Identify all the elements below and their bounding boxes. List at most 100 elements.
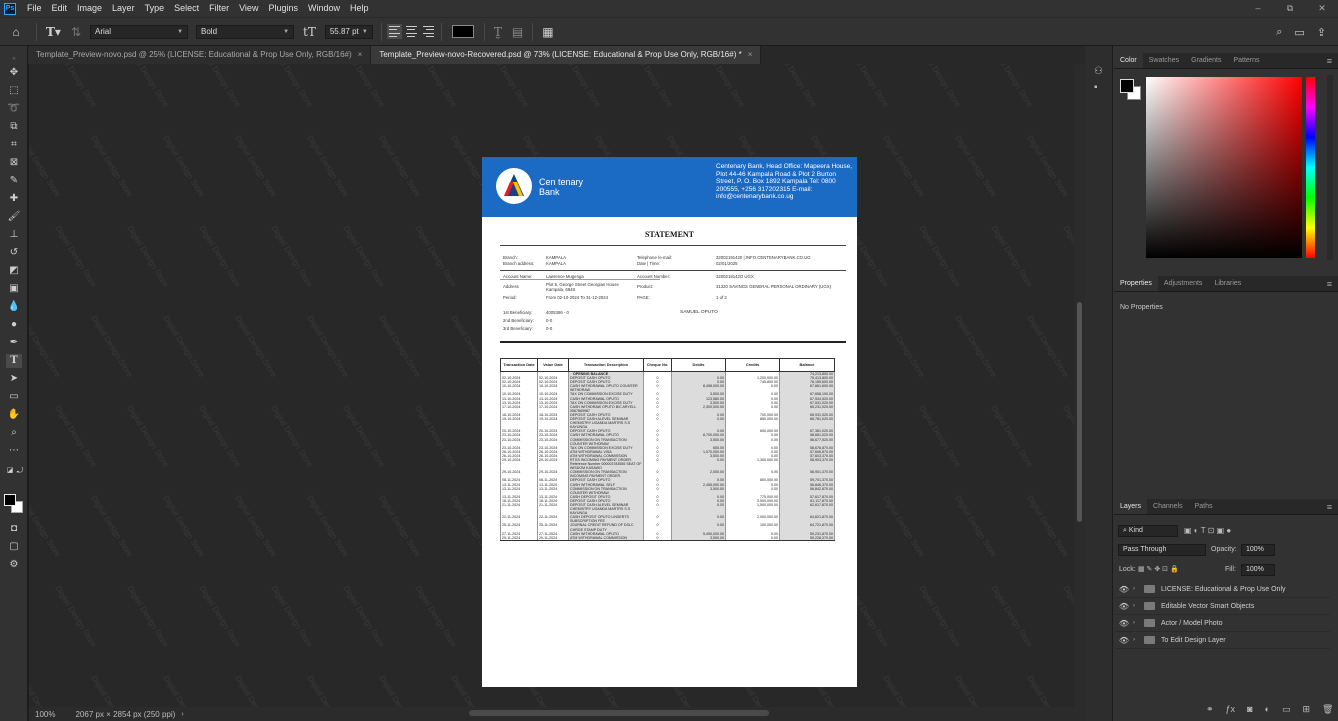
quick-mask-icon[interactable]: ◘	[6, 522, 22, 536]
foreground-color-swatch[interactable]	[1120, 79, 1134, 93]
swap-colors-icon[interactable]: ⤾	[12, 464, 28, 478]
edit-toolbar-icon[interactable]: ⚙	[6, 558, 22, 572]
menu-select[interactable]: Select	[169, 0, 204, 17]
photoshop-logo-icon[interactable]: Ps	[4, 2, 16, 15]
search-icon[interactable]: ⌕	[1276, 26, 1282, 39]
zoom-tool-icon[interactable]: ⌕	[6, 426, 22, 440]
tab-template-preview[interactable]: Template_Preview-novo.psd @ 25% (LICENSE…	[28, 46, 372, 64]
menu-view[interactable]: View	[234, 0, 263, 17]
menu-layer[interactable]: Layer	[107, 0, 140, 17]
bank-statement-document[interactable]: Cen tenary Bank Centenary Bank, Head Off…	[482, 157, 857, 687]
eraser-tool-icon[interactable]: ◩	[6, 264, 22, 278]
eye-icon[interactable]: 👁	[1115, 602, 1133, 611]
warp-text-icon[interactable]: T̰	[494, 25, 502, 39]
new-group-icon[interactable]: ▭	[1282, 704, 1291, 715]
menu-file[interactable]: File	[22, 0, 47, 17]
lasso-tool-icon[interactable]: ➰	[6, 102, 22, 116]
character-panel-icon[interactable]: ▤	[512, 25, 523, 39]
frame-tool-icon[interactable]: ⊠	[6, 156, 22, 170]
panel-menu-icon[interactable]: ≡	[1327, 499, 1332, 515]
collapse-toolbar-icon[interactable]: «	[6, 52, 22, 66]
hand-tool-icon[interactable]: ✋	[6, 408, 22, 422]
tab-patterns[interactable]: Patterns	[1227, 53, 1265, 68]
tab-libraries[interactable]: Libraries	[1208, 276, 1247, 291]
rectangle-tool-icon[interactable]: ▭	[6, 390, 22, 404]
screen-mode-icon[interactable]: ▢	[6, 540, 22, 554]
font-style-select[interactable]: Bold ▼	[196, 24, 295, 39]
toggle-orientation-icon[interactable]: ⇅	[71, 25, 81, 39]
adjustment-layer-icon[interactable]: ◐	[1265, 704, 1270, 715]
font-size-select[interactable]: 55.87 pt ▼	[324, 24, 373, 39]
crop-tool-icon[interactable]: ⌗	[6, 138, 22, 152]
pen-tool-icon[interactable]: ✒	[6, 336, 22, 350]
add-mask-icon[interactable]: ◙	[1247, 704, 1252, 715]
fx-icon[interactable]: ƒx	[1226, 704, 1236, 715]
menu-help[interactable]: Help	[345, 0, 374, 17]
workspace-icon[interactable]: ▭	[1294, 26, 1304, 39]
eyedropper-tool-icon[interactable]: ✎	[6, 174, 22, 188]
type-tool-icon[interactable]: T	[6, 354, 22, 368]
menu-filter[interactable]: Filter	[204, 0, 234, 17]
chevron-right-icon[interactable]: ›	[1133, 620, 1141, 626]
3d-icon[interactable]: ▦	[542, 25, 553, 39]
healing-brush-tool-icon[interactable]: ✚	[6, 192, 22, 206]
zoom-level[interactable]: 100%	[35, 710, 55, 719]
minimize-button[interactable]: –	[1242, 0, 1274, 17]
chevron-right-icon[interactable]: ›	[1133, 603, 1141, 609]
horizontal-scrollbar[interactable]	[469, 710, 769, 716]
tab-layers[interactable]: Layers	[1114, 499, 1148, 514]
layer-row-actor-photo[interactable]: 👁 › Actor / Model Photo	[1115, 615, 1330, 632]
tab-adjustments[interactable]: Adjustments	[1158, 276, 1209, 291]
history-brush-tool-icon[interactable]: ↺	[6, 246, 22, 260]
text-color-swatch[interactable]	[451, 25, 474, 38]
close-button[interactable]: ✕	[1306, 0, 1338, 17]
tab-paths[interactable]: Paths	[1189, 499, 1219, 514]
panel-menu-icon[interactable]: ≡	[1327, 276, 1332, 292]
trash-icon[interactable]: 🗑	[1322, 704, 1333, 715]
menu-window[interactable]: Window	[303, 0, 345, 17]
scrollbar-thumb[interactable]	[1077, 302, 1082, 522]
brush-tool-icon[interactable]: 🖌	[6, 210, 22, 224]
layer-row-vector-objects[interactable]: 👁 › Editable Vector Smart Objects	[1115, 598, 1330, 615]
align-right-icon[interactable]	[422, 26, 434, 37]
hue-slider[interactable]	[1306, 77, 1315, 258]
tab-gradients[interactable]: Gradients	[1185, 53, 1227, 68]
chevron-right-icon[interactable]: ›	[181, 711, 183, 718]
layer-filter-icons[interactable]: ▣ ◐ T ⊡ ▣ ●	[1184, 526, 1231, 535]
tab-channels[interactable]: Channels	[1147, 499, 1189, 514]
move-tool-icon[interactable]: ✥	[6, 66, 22, 80]
history-icon[interactable]: ⚇	[1094, 66, 1103, 77]
layer-row-license[interactable]: 👁 › LICENSE: Educational & Prop Use Only	[1115, 581, 1330, 598]
lock-icons[interactable]: ▦ ✎ ✥ ⊡ 🔒	[1138, 565, 1179, 573]
canvas-area[interactable]: Digital Design Store Digital Design Store…	[29, 64, 1074, 707]
share-icon[interactable]: ⇪	[1317, 26, 1326, 39]
layer-kind-filter[interactable]: ⌕ Kind	[1118, 525, 1178, 537]
link-layers-icon[interactable]: ⚭	[1206, 704, 1214, 715]
close-icon[interactable]: ×	[358, 50, 363, 59]
clone-stamp-tool-icon[interactable]: ⊥	[6, 228, 22, 242]
chevron-right-icon[interactable]: ›	[1133, 586, 1141, 592]
font-family-select[interactable]: Arial ▼	[90, 24, 189, 39]
opacity-input[interactable]: 100%	[1241, 544, 1275, 556]
vertical-scrollbar[interactable]	[1074, 64, 1085, 707]
object-selection-tool-icon[interactable]: ⧉	[6, 120, 22, 134]
new-layer-icon[interactable]: ⊞	[1302, 704, 1310, 715]
align-center-icon[interactable]	[405, 26, 417, 37]
chevron-right-icon[interactable]: ›	[1133, 637, 1141, 643]
more-tools-icon[interactable]: ⋯	[6, 444, 22, 458]
tab-properties[interactable]: Properties	[1114, 276, 1158, 291]
align-left-icon[interactable]	[386, 24, 402, 39]
tab-color[interactable]: Color	[1114, 53, 1143, 68]
restore-button[interactable]: ⧉	[1274, 0, 1306, 17]
fill-input[interactable]: 100%	[1241, 564, 1275, 576]
foreground-background-colors[interactable]	[4, 494, 24, 514]
menu-image[interactable]: Image	[72, 0, 107, 17]
blend-mode-select[interactable]: Pass Through	[1118, 544, 1206, 556]
blur-tool-icon[interactable]: 💧	[6, 300, 22, 314]
home-icon[interactable]: ⌂	[5, 25, 27, 39]
comments-icon[interactable]: ▪	[1094, 82, 1098, 93]
tab-swatches[interactable]: Swatches	[1143, 53, 1185, 68]
panel-menu-icon[interactable]: ≡	[1327, 53, 1332, 69]
type-tool-preset-icon[interactable]: T▾	[46, 25, 61, 39]
marquee-tool-icon[interactable]: ⬚	[6, 84, 22, 98]
